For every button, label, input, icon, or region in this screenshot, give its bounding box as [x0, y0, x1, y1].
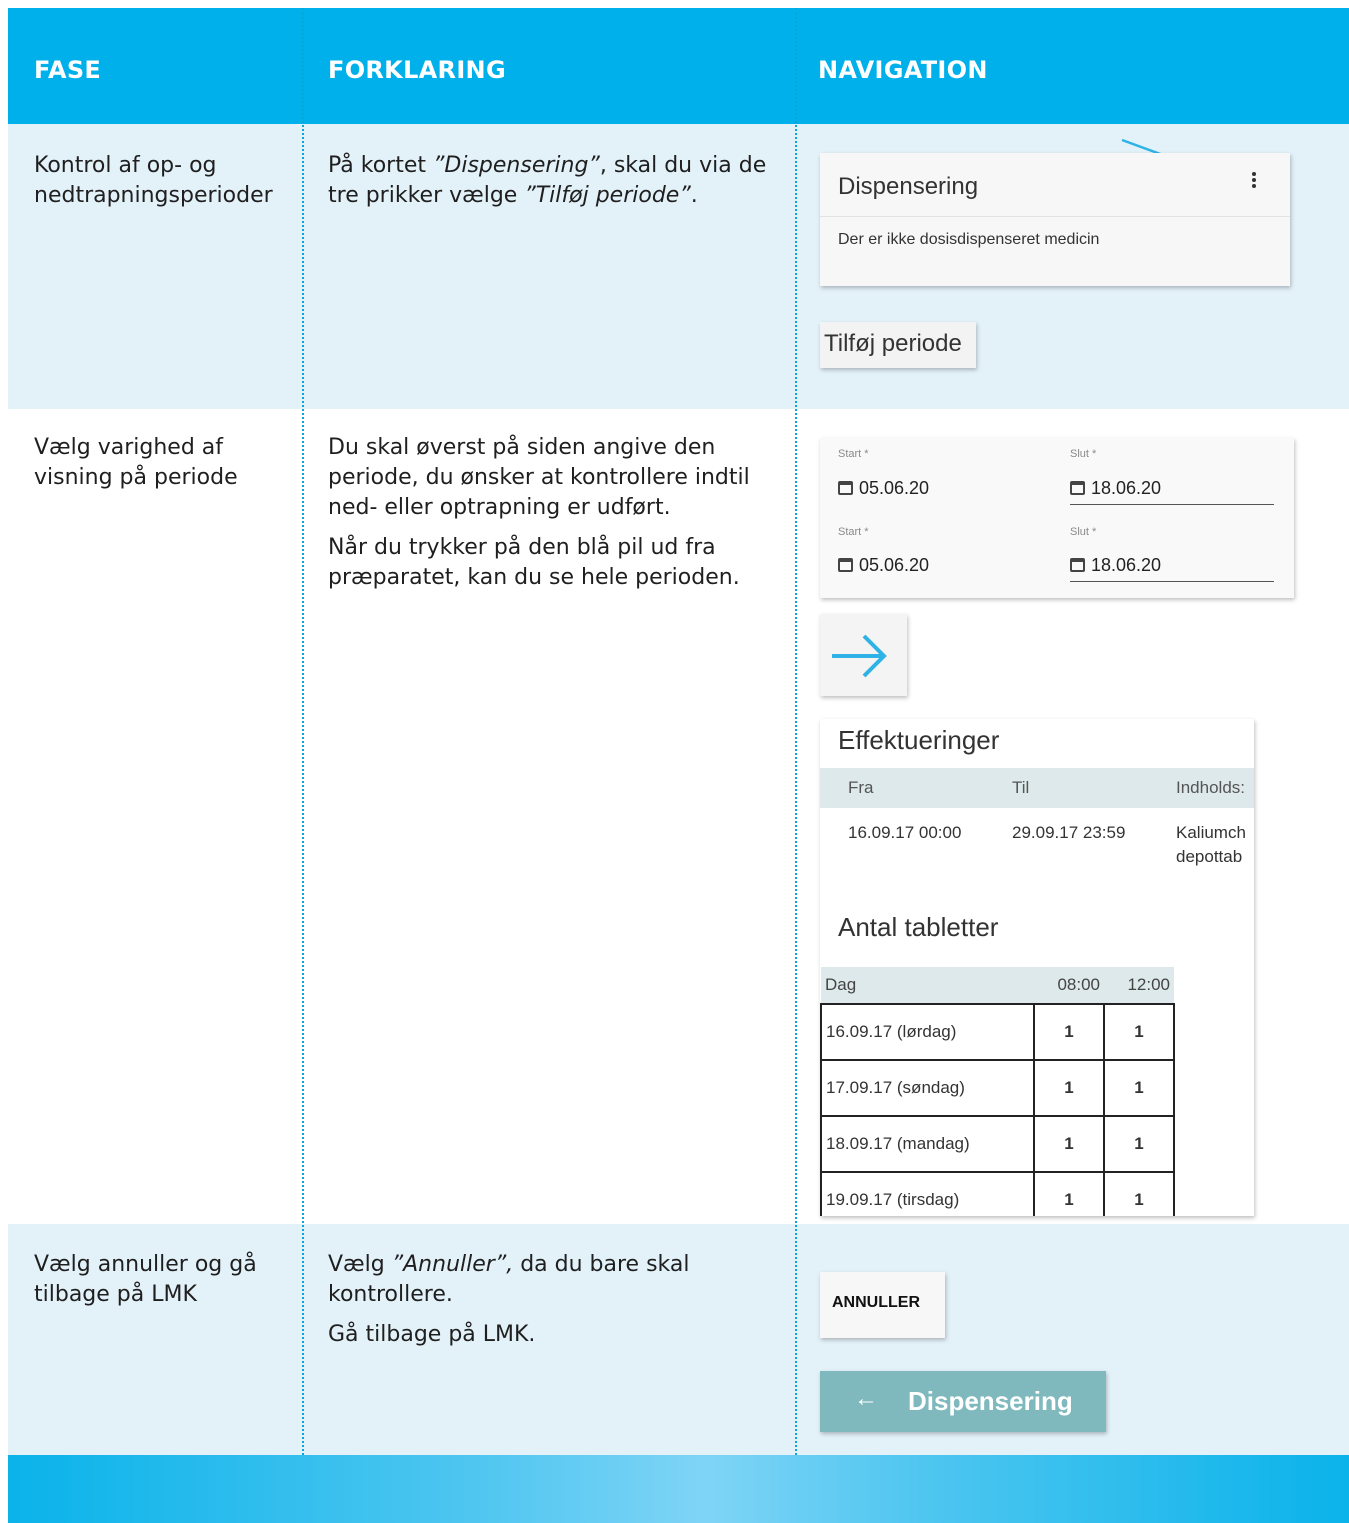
date-value: 05.06.20 — [859, 555, 930, 575]
header-forklaring: FORKLARING — [328, 56, 506, 84]
table-cell: 17.09.17 (søndag) — [820, 1059, 1035, 1117]
text-part-italic: ”Annuller”, — [391, 1252, 514, 1277]
tilfoj-periode-button[interactable]: Tilføj periode — [820, 322, 976, 368]
table-row: 17.09.17 (søndag) 1 1 — [820, 1059, 1175, 1117]
table-cell: 16.09.17 (lørdag) — [820, 1003, 1035, 1061]
calendar-icon — [1070, 558, 1085, 572]
table-cell: 1 — [1033, 1171, 1105, 1216]
fase-text: Kontrol af op- og nedtrapningsperioder — [34, 153, 273, 208]
fase-text: Vælg varighed af visning på periode — [34, 435, 238, 490]
expand-period-button[interactable] — [820, 614, 907, 696]
button-label: Tilføj periode — [824, 330, 962, 357]
table-cell: 1 — [1033, 1003, 1105, 1061]
section-title: Effektueringer — [838, 725, 1000, 755]
column-header: 08:00 — [1034, 967, 1104, 1004]
card-message: Der er ikke dosisdispenseret medicin — [838, 231, 1100, 248]
table-cell: depottab — [1176, 847, 1243, 866]
date-value: 05.06.20 — [859, 478, 930, 498]
table-cell: 1 — [1103, 1003, 1175, 1061]
forklaring-text: Når du trykker på den blå pil ud fra præ… — [328, 535, 740, 590]
start-label: Start * — [838, 526, 869, 538]
arrow-right-icon — [832, 634, 887, 678]
date-value: 18.06.20 — [1091, 478, 1162, 498]
table-row: 16.09.17 (lørdag) 1 1 — [820, 1003, 1175, 1061]
table-cell: 19.09.17 (tirsdag) — [820, 1171, 1035, 1216]
text-part: Vælg — [328, 1252, 392, 1277]
card-title: Dispensering — [838, 173, 979, 200]
table-cell: 1 — [1103, 1059, 1175, 1117]
row2-fase: Vælg varighed af visning på periode — [34, 433, 279, 503]
footer-bar — [8, 1455, 1349, 1523]
antal-tabletter-table: Dag 08:00 12:00 16.09.17 (lørdag) 1 1 17… — [820, 967, 1175, 1216]
arrow-left-icon: ← — [854, 1385, 878, 1412]
table-cell: 1 — [1033, 1059, 1105, 1117]
start-date-field[interactable]: 05.06.20 — [838, 478, 929, 499]
slut-date-field[interactable]: 18.06.20 — [1070, 478, 1161, 499]
text-part-italic: ”Dispensering” — [433, 153, 600, 178]
back-dispensering-button[interactable]: ← Dispensering — [820, 1371, 1106, 1432]
column-header: 12:00 — [1104, 967, 1174, 1004]
table-cell: 18.09.17 (mandag) — [820, 1115, 1035, 1173]
forklaring-text: På kortet ”Dispensering”, skal du via de… — [328, 151, 778, 211]
table-cell: Kaliumch — [1176, 823, 1246, 842]
slut-label: Slut * — [1070, 526, 1097, 538]
forklaring-text: Du skal øverst på siden angive den perio… — [328, 435, 750, 520]
table-cell: 1 — [1103, 1115, 1175, 1173]
row2-forklaring: Du skal øverst på siden angive den perio… — [328, 433, 783, 603]
header-navigation: NAVIGATION — [818, 56, 988, 84]
table-cell: 1 — [1033, 1115, 1105, 1173]
table-row: 18.09.17 (mandag) 1 1 — [820, 1115, 1175, 1173]
forklaring-text: Vælg ”Annuller”, da du bare skal kontrol… — [328, 1250, 783, 1310]
column-header: Fra — [848, 778, 874, 797]
column-header: Til — [1012, 778, 1030, 797]
text-part: . — [690, 183, 698, 208]
button-label: Dispensering — [908, 1386, 1073, 1416]
calendar-icon — [1070, 481, 1085, 495]
table-header: FASE FORKLARING NAVIGATION — [8, 8, 1349, 124]
column-divider — [302, 8, 304, 1455]
start-label: Start * — [838, 448, 869, 460]
fase-text: Vælg annuller og gå tilbage på LMK — [34, 1252, 257, 1307]
slut-label: Slut * — [1070, 448, 1097, 460]
document-frame: FASE FORKLARING NAVIGATION Kontrol af op… — [8, 8, 1349, 1523]
column-header: Dag — [821, 967, 1034, 1004]
calendar-icon — [838, 558, 853, 572]
slut-date-field[interactable]: 18.06.20 — [1070, 555, 1161, 576]
forklaring-text: Gå tilbage på LMK. — [328, 1322, 536, 1347]
row1-fase: Kontrol af op- og nedtrapningsperioder — [34, 151, 279, 221]
button-label: ANNULLER — [832, 1294, 920, 1311]
header-fase: FASE — [34, 56, 102, 84]
column-header: Indholds: — [1176, 778, 1245, 797]
field-underline — [1070, 504, 1274, 505]
section-title: Antal tabletter — [838, 912, 999, 942]
row3-fase: Vælg annuller og gå tilbage på LMK — [34, 1250, 279, 1320]
date-range-card: Start * Slut * 05.06.20 18.06.20 Start *… — [820, 438, 1294, 598]
calendar-icon — [838, 481, 853, 495]
table-cell: 29.09.17 23:59 — [1012, 823, 1126, 842]
table-row: 19.09.17 (tirsdag) 1 1 — [820, 1171, 1175, 1216]
text-part: På kortet — [328, 153, 433, 178]
effektueringer-panel: Effektueringer Fra Til Indholds: 16.09.1… — [820, 719, 1254, 1216]
divider — [820, 216, 1290, 217]
date-value: 18.06.20 — [1091, 555, 1162, 575]
row1-forklaring: På kortet ”Dispensering”, skal du via de… — [328, 151, 778, 221]
text-part-italic: ”Tilføj periode” — [524, 183, 691, 208]
start-date-field[interactable]: 05.06.20 — [838, 555, 929, 576]
dispensering-card: Dispensering Der er ikke dosisdispensere… — [820, 153, 1290, 286]
row3-forklaring: Vælg ”Annuller”, da du bare skal kontrol… — [328, 1250, 783, 1360]
more-vert-icon[interactable] — [1251, 172, 1257, 192]
column-divider — [795, 8, 797, 1455]
field-underline — [1070, 581, 1274, 582]
annuller-button[interactable]: ANNULLER — [820, 1272, 945, 1338]
table-cell: 1 — [1103, 1171, 1175, 1216]
table-cell: 16.09.17 00:00 — [848, 823, 962, 842]
